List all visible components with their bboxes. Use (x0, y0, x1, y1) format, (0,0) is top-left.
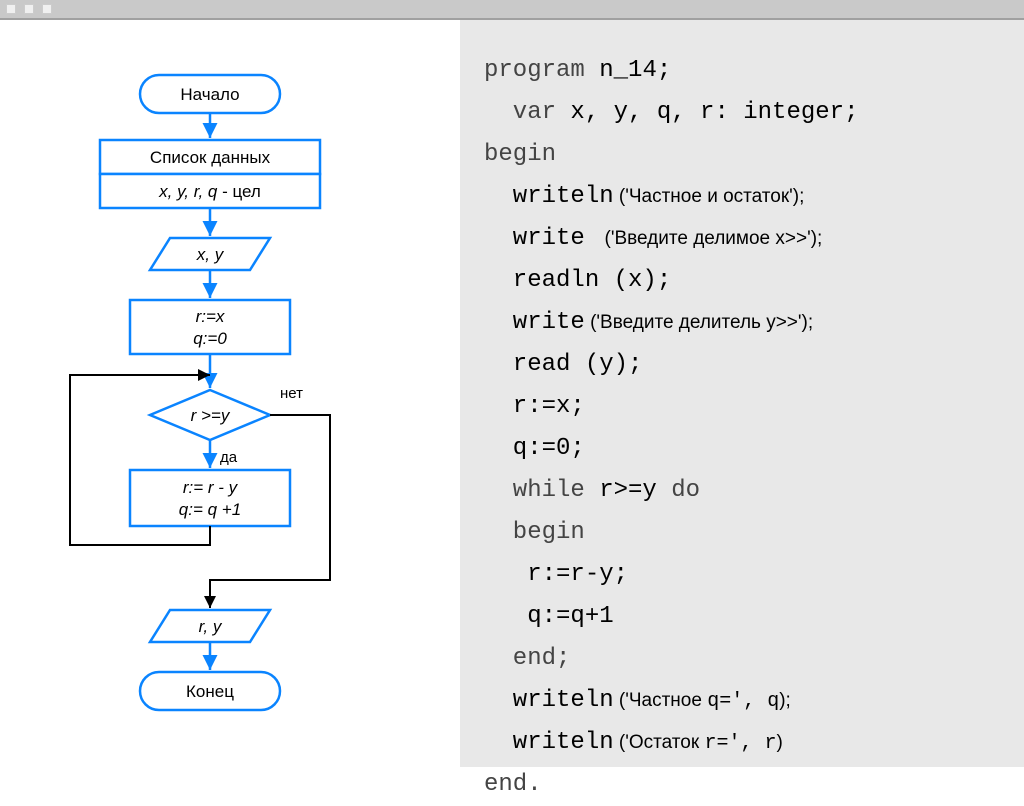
flow-init2-label: q:=0 (193, 329, 227, 348)
code-line: read (y); (484, 344, 1004, 386)
code-line: writeln ('Остаток r=', r) (484, 722, 1004, 764)
code-line: end; (484, 638, 1004, 680)
flow-init1-label: r:=x (196, 307, 225, 326)
flow-output-label: r, y (199, 617, 223, 636)
code-line: writeln ('Частное q=', q); (484, 680, 1004, 722)
flow-yes-label: да (220, 449, 238, 466)
flow-start-label: Начало (180, 85, 239, 104)
code-line: q:=0; (484, 428, 1004, 470)
flowchart-panel: Начало Список данных x, y, r, q - цел x,… (0, 20, 460, 767)
code-panel: program n_14; var x, y, q, r: integer; b… (460, 20, 1024, 767)
flow-input-label: x, y (196, 245, 225, 264)
code-line: var x, y, q, r: integer; (484, 92, 1004, 134)
code-line: begin (484, 512, 1004, 554)
window-dots (6, 4, 52, 14)
top-bar (0, 0, 1024, 20)
code-line: writeln ('Частное и остаток'); (484, 176, 1004, 218)
flow-data-vars-label: x, y, r, q - цел (158, 182, 261, 201)
flow-data-header-label: Список данных (150, 148, 271, 167)
code-line: readln (x); (484, 260, 1004, 302)
code-line: write ('Введите делимое x>>'); (484, 218, 1004, 260)
code-line: r:=r-y; (484, 554, 1004, 596)
code-line: q:=q+1 (484, 596, 1004, 638)
code-line: program n_14; (484, 50, 1004, 92)
code-line: r:=x; (484, 386, 1004, 428)
flow-body2-label: q:= q +1 (179, 500, 241, 519)
code-line: while r>=y do (484, 470, 1004, 512)
code-line: begin (484, 134, 1004, 176)
flow-end-label: Конец (186, 682, 234, 701)
flow-body1-label: r:= r - y (183, 478, 239, 497)
flow-no-label: нет (280, 385, 303, 402)
flow-decision-label: r >=y (191, 406, 231, 425)
main-area: Начало Список данных x, y, r, q - цел x,… (0, 20, 1024, 767)
code-line: write ('Введите делитель y>>'); (484, 302, 1004, 344)
flowchart-svg: Начало Список данных x, y, r, q - цел x,… (0, 20, 460, 750)
code-line: end. (484, 764, 1004, 806)
